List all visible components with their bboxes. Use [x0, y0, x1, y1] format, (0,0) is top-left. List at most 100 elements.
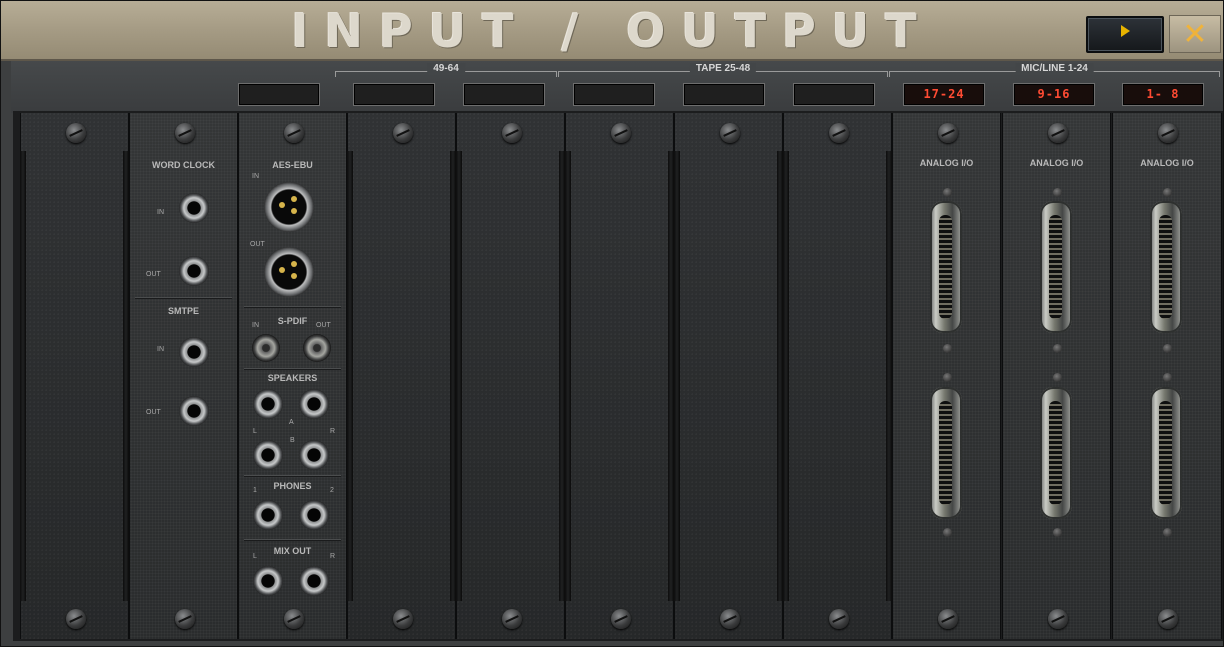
screw-icon: [938, 609, 958, 629]
screw-icon: [720, 609, 740, 629]
speaker-b-right-jack[interactable]: [299, 440, 329, 470]
aes-ebu-in-xlr[interactable]: [264, 182, 314, 232]
close-icon: ✕: [1182, 17, 1208, 52]
screw-icon: [829, 609, 849, 629]
mount-screw: [943, 528, 952, 537]
channel-display[interactable]: [793, 83, 875, 106]
channel-display-1-8[interactable]: 1- 8: [1122, 83, 1204, 106]
sync-module: WORD CLOCK IN OUT SMTPE IN OUT: [129, 113, 238, 639]
analog-dsub-connector[interactable]: [1150, 201, 1182, 333]
port-label: 1: [253, 487, 257, 494]
word-clock-out-jack[interactable]: [179, 256, 209, 286]
divider: [244, 306, 341, 308]
port-label: OUT: [250, 241, 265, 248]
screw-icon: [175, 123, 195, 143]
analog-io-module: ANALOG I/O: [1112, 113, 1222, 639]
speaker-a-right-jack[interactable]: [299, 389, 329, 419]
mount-screw: [943, 344, 952, 353]
mount-screw: [943, 188, 952, 197]
screw-icon: [938, 123, 958, 143]
smtpe-out-jack[interactable]: [179, 396, 209, 426]
port-label: L: [253, 553, 257, 560]
mount-screw: [1163, 373, 1172, 382]
card-rail: [347, 151, 353, 601]
digital-module: AES-EBU IN OUT S-PDIF IN OUT SPEAKERS A …: [238, 113, 347, 639]
speaker-b-left-jack[interactable]: [253, 440, 283, 470]
mount-screw: [1053, 373, 1062, 382]
screw-icon: [393, 609, 413, 629]
spdif-out-jack[interactable]: [303, 334, 331, 362]
port-label: IN: [252, 322, 259, 329]
screw-icon: [1158, 123, 1178, 143]
port-label: IN: [157, 209, 164, 216]
analog-io-label: ANALOG I/O: [1140, 158, 1194, 168]
screw-icon: [284, 609, 304, 629]
mix-out-right-jack[interactable]: [299, 566, 329, 596]
speaker-a-left-jack[interactable]: [253, 389, 283, 419]
channel-display-17-24[interactable]: 17-24: [903, 83, 985, 106]
close-button[interactable]: ✕: [1169, 15, 1221, 53]
channel-display[interactable]: [683, 83, 765, 106]
spdif-in-jack[interactable]: [252, 334, 280, 362]
port-label: R: [330, 553, 336, 560]
aes-ebu-out-xlr[interactable]: [264, 247, 314, 297]
mix-out-left-jack[interactable]: [253, 566, 283, 596]
card-rail: [456, 151, 462, 601]
blank-slot: [783, 113, 892, 639]
channel-display[interactable]: [463, 83, 545, 106]
mount-screw: [1053, 188, 1062, 197]
screw-icon: [175, 609, 195, 629]
analog-dsub-connector[interactable]: [1040, 387, 1072, 519]
divider: [244, 539, 341, 541]
mount-screw: [1053, 344, 1062, 353]
screw-icon: [284, 123, 304, 143]
channel-display[interactable]: [573, 83, 655, 106]
analog-io-label: ANALOG I/O: [1029, 158, 1084, 168]
group-tape-25-48: TAPE 25-48: [558, 63, 888, 77]
port-label: OUT: [146, 271, 161, 278]
card-rail: [674, 151, 680, 601]
mount-screw: [1053, 528, 1062, 537]
group-mic-line-1-24: MIC/LINE 1-24: [889, 63, 1220, 77]
port-label: R: [330, 428, 336, 435]
blank-slot: [674, 113, 783, 639]
blank-slot: [20, 113, 129, 639]
phones-1-jack[interactable]: [253, 500, 283, 530]
screw-icon: [829, 123, 849, 143]
screw-icon: [611, 609, 631, 629]
phones-2-jack[interactable]: [299, 500, 329, 530]
analog-dsub-connector[interactable]: [1150, 387, 1182, 519]
mount-screw: [1163, 188, 1172, 197]
channel-display[interactable]: [238, 83, 320, 106]
analog-dsub-connector[interactable]: [930, 387, 962, 519]
screw-icon: [393, 123, 413, 143]
screw-icon: [502, 609, 522, 629]
port-label: 2: [330, 487, 334, 494]
mount-screw: [1163, 344, 1172, 353]
screw-icon: [611, 123, 631, 143]
analog-io-label: ANALOG I/O: [919, 158, 974, 168]
aes-ebu-label: AES-EBU: [272, 160, 313, 170]
port-label: IN: [252, 173, 259, 180]
screw-icon: [1048, 609, 1068, 629]
smtpe-in-jack[interactable]: [179, 337, 209, 367]
screw-icon: [66, 123, 86, 143]
channel-display-9-16[interactable]: 9-16: [1013, 83, 1095, 106]
card-rail: [783, 151, 789, 601]
play-button[interactable]: [1086, 16, 1164, 53]
screw-icon: [502, 123, 522, 143]
channel-display[interactable]: [353, 83, 435, 106]
divider: [244, 368, 341, 370]
group-49-64: 49-64: [335, 63, 557, 77]
divider: [135, 297, 232, 299]
screw-icon: [66, 609, 86, 629]
port-label: A: [289, 419, 294, 426]
screw-icon: [1158, 609, 1178, 629]
mount-screw: [1163, 528, 1172, 537]
analog-dsub-connector[interactable]: [930, 201, 962, 333]
card-rail: [565, 151, 571, 601]
word-clock-in-jack[interactable]: [179, 193, 209, 223]
blank-slot: [565, 113, 674, 639]
analog-dsub-connector[interactable]: [1040, 201, 1072, 333]
title-bar: INPUT / OUTPUT ✕: [1, 1, 1223, 61]
